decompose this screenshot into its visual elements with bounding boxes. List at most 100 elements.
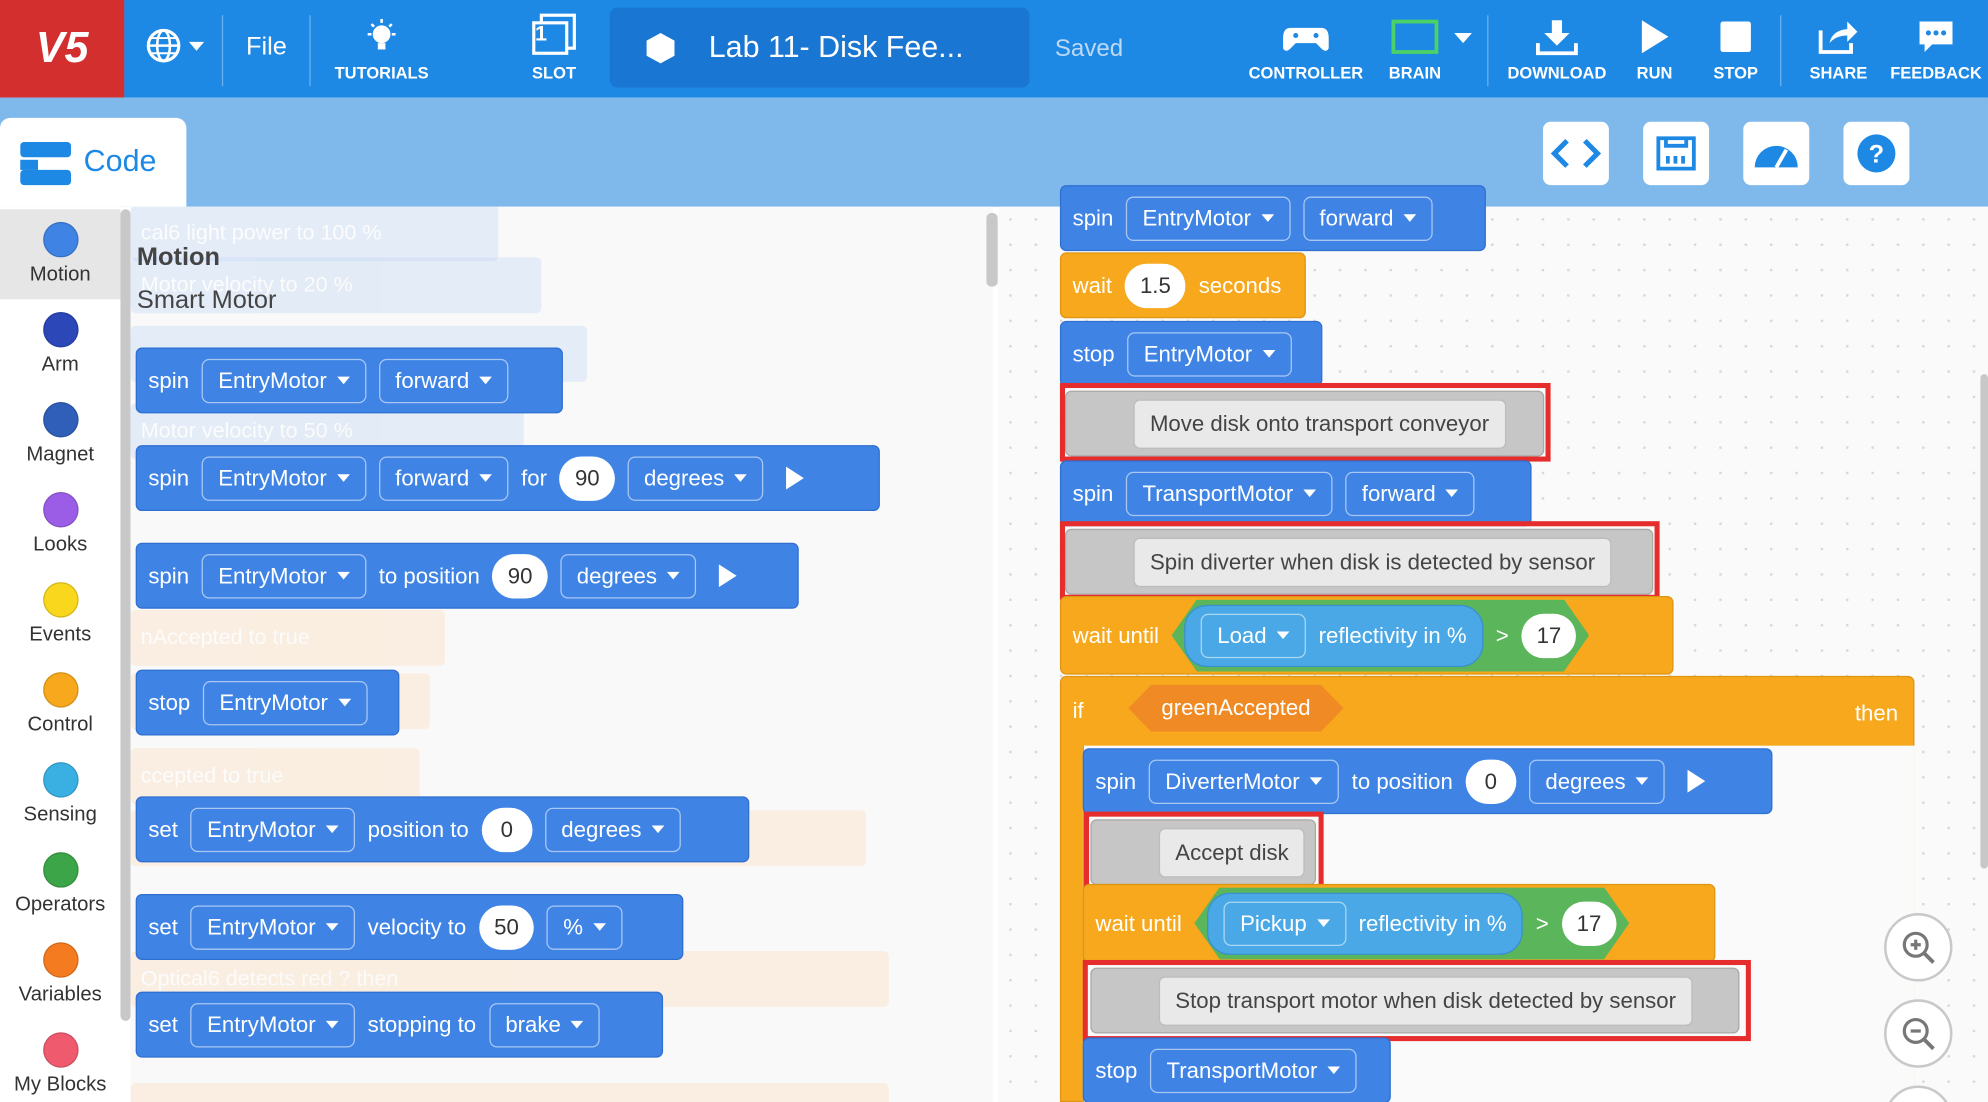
stop-button[interactable]: STOP xyxy=(1708,0,1764,98)
category-label: Variables xyxy=(18,984,102,1006)
zoom-in-button[interactable] xyxy=(1884,913,1953,982)
category-control[interactable]: Control xyxy=(0,659,120,749)
sensor-dropdown[interactable]: Pickup xyxy=(1224,901,1346,945)
controller-button[interactable]: CONTROLLER xyxy=(1242,0,1369,98)
brain-chevron-icon[interactable] xyxy=(1453,28,1473,51)
run-block-icon[interactable] xyxy=(786,466,805,490)
run-block-icon[interactable] xyxy=(719,564,737,588)
tab-code[interactable]: Code xyxy=(0,117,187,207)
dashboard-button[interactable] xyxy=(1743,121,1810,186)
direction-dropdown[interactable]: forward xyxy=(378,455,509,501)
amount-input[interactable]: 0 xyxy=(481,807,533,852)
slot-label: SLOT xyxy=(532,63,577,83)
tutorials-button[interactable]: TUTORIALS xyxy=(327,0,436,98)
motor-dropdown[interactable]: EntryMotor xyxy=(201,358,367,403)
unit-dropdown[interactable]: % xyxy=(546,904,623,950)
category-magnet[interactable]: Magnet xyxy=(0,389,120,479)
code-viewer-button[interactable] xyxy=(1542,121,1609,186)
sensor-dropdown[interactable]: Load xyxy=(1201,613,1306,657)
file-menu[interactable]: File xyxy=(246,33,287,62)
divider xyxy=(1780,15,1782,87)
threshold-input[interactable]: 17 xyxy=(1521,613,1576,657)
wait-until-block[interactable]: wait until Load reflectivity in % > 17 xyxy=(1059,596,1674,675)
motor-dropdown[interactable]: EntryMotor xyxy=(1127,331,1292,376)
share-button[interactable]: SHARE xyxy=(1804,0,1872,98)
category-label: Sensing xyxy=(23,803,97,826)
wait-until-block[interactable]: wait until Pickup reflectivity in % > 17 xyxy=(1082,883,1716,963)
category-list: Motion Arm Magnet Looks Events Control Sensing… xyxy=(0,209,121,1102)
category-operators[interactable]: Operators xyxy=(0,839,120,929)
motor-dropdown[interactable]: EntryMotor xyxy=(1125,195,1291,241)
reflectivity-reporter[interactable]: Load reflectivity in % xyxy=(1184,604,1483,666)
spin-to-position-block[interactable]: spin DiverterMotor to position 0 degrees xyxy=(1082,748,1773,815)
category-motion[interactable]: Motion xyxy=(0,209,121,300)
category-events[interactable]: Events xyxy=(0,569,120,659)
stop-block[interactable]: stop TransportMotor xyxy=(1082,1037,1391,1102)
unit-dropdown[interactable]: degrees xyxy=(560,553,697,598)
reflectivity-reporter[interactable]: Pickup reflectivity in % xyxy=(1207,892,1523,954)
direction-dropdown[interactable]: forward xyxy=(378,358,509,403)
vexcode-window: V5 File TUTORIALS SLOT 1 Lab 11- Disk Fe… xyxy=(0,0,1988,1102)
palette-set-stopping-block[interactable]: set EntryMotor stopping to brake xyxy=(135,991,664,1058)
block-label: spin xyxy=(148,464,190,491)
run-button[interactable]: RUN xyxy=(1628,0,1681,98)
spin-block[interactable]: spin TransportMotor forward xyxy=(1059,460,1532,527)
comparison-operator[interactable]: Pickup reflectivity in % > 17 xyxy=(1194,887,1629,959)
category-dot-icon xyxy=(42,762,78,798)
download-button[interactable]: DOWNLOAD xyxy=(1499,0,1616,98)
amount-input[interactable]: 50 xyxy=(478,904,535,950)
motor-dropdown[interactable]: EntryMotor xyxy=(190,904,355,950)
comparison-operator[interactable]: Load reflectivity in % > 17 xyxy=(1172,599,1590,671)
run-block-icon[interactable] xyxy=(1687,769,1706,793)
wait-block[interactable]: wait 1.5 seconds xyxy=(1059,252,1306,319)
threshold-input[interactable]: 17 xyxy=(1561,901,1616,945)
category-label: My Blocks xyxy=(14,1074,107,1096)
motor-dropdown[interactable]: EntryMotor xyxy=(201,455,367,501)
block-label: stop xyxy=(148,689,191,715)
amount-input[interactable]: 0 xyxy=(1465,758,1517,804)
seconds-input[interactable]: 1.5 xyxy=(1124,263,1187,308)
category-sensing[interactable]: Sensing xyxy=(0,749,120,839)
unit-dropdown[interactable]: degrees xyxy=(544,807,681,852)
feedback-button[interactable]: FEEDBACK xyxy=(1887,0,1986,98)
category-looks[interactable]: Looks xyxy=(0,479,120,569)
stopping-mode-dropdown[interactable]: brake xyxy=(488,1002,601,1047)
devices-button[interactable] xyxy=(1643,121,1710,186)
motor-dropdown[interactable]: EntryMotor xyxy=(201,553,367,598)
motor-dropdown[interactable]: EntryMotor xyxy=(190,807,355,852)
motor-dropdown[interactable]: EntryMotor xyxy=(190,1002,355,1047)
workspace-scrollbar[interactable] xyxy=(1980,374,1988,869)
motor-dropdown[interactable]: DiverterMotor xyxy=(1148,758,1339,804)
brain-button[interactable]: BRAIN xyxy=(1378,0,1452,98)
category-scrollbar[interactable] xyxy=(120,209,131,1021)
palette-spin-block[interactable]: spin EntryMotor forward xyxy=(135,347,563,414)
direction-dropdown[interactable]: forward xyxy=(1302,195,1433,241)
amount-input[interactable]: 90 xyxy=(559,455,615,501)
language-button[interactable] xyxy=(137,0,213,98)
variable-reporter[interactable]: greenAccepted xyxy=(1128,685,1343,732)
amount-input[interactable]: 90 xyxy=(492,553,548,598)
category-variables[interactable]: Variables xyxy=(0,930,120,1020)
tab-code-label: Code xyxy=(83,144,157,179)
zoom-out-button[interactable] xyxy=(1884,999,1953,1068)
category-arm[interactable]: Arm xyxy=(0,299,120,389)
spin-block[interactable]: spin EntryMotor forward xyxy=(1059,185,1486,252)
motor-dropdown[interactable]: TransportMotor xyxy=(1125,471,1333,516)
project-name-box[interactable]: Lab 11- Disk Fee... xyxy=(609,7,1030,88)
palette-set-position-block[interactable]: set EntryMotor position to 0 degrees xyxy=(135,796,750,863)
stop-block[interactable]: stop EntryMotor xyxy=(1059,320,1323,387)
palette-stop-block[interactable]: stop EntryMotor xyxy=(135,669,400,736)
unit-dropdown[interactable]: degrees xyxy=(627,455,764,501)
palette-spin-to-position-block[interactable]: spin EntryMotor to position 90 degrees xyxy=(135,542,799,609)
direction-dropdown[interactable]: forward xyxy=(1345,471,1476,516)
palette-set-velocity-block[interactable]: set EntryMotor velocity to 50 % xyxy=(135,894,684,960)
motor-dropdown[interactable]: TransportMotor xyxy=(1150,1048,1357,1093)
motor-dropdown[interactable]: EntryMotor xyxy=(202,680,368,725)
unit-dropdown[interactable]: degrees xyxy=(1528,758,1665,804)
palette-spin-for-block[interactable]: spin EntryMotor forward for 90 degrees xyxy=(135,445,880,512)
slot-button[interactable]: SLOT xyxy=(513,0,594,98)
highlight-box xyxy=(1059,382,1551,462)
help-button[interactable]: ? xyxy=(1843,121,1910,186)
palette-scrollbar[interactable] xyxy=(986,213,998,287)
category-my-blocks[interactable]: My Blocks xyxy=(0,1020,120,1102)
